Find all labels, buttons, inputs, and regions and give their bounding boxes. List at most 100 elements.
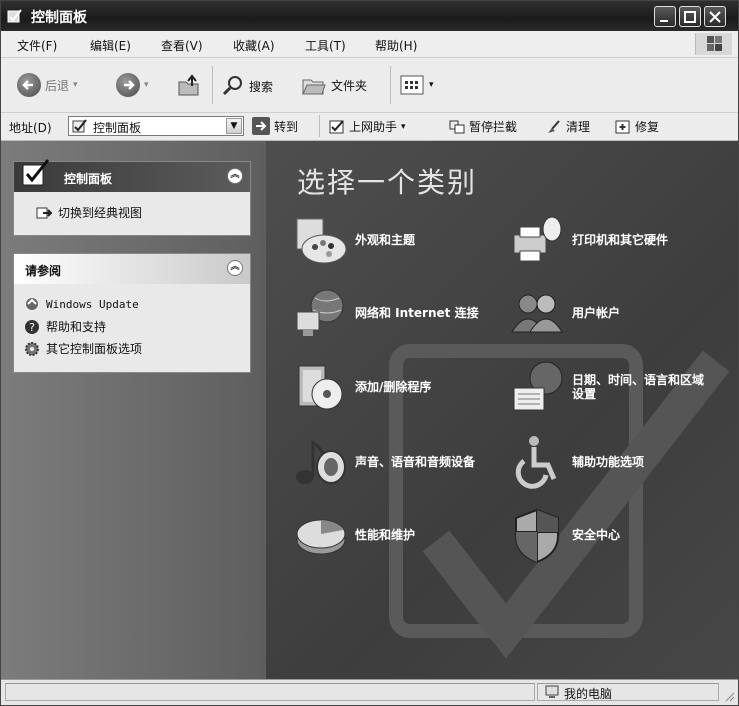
views-button[interactable]: ▾ (399, 74, 434, 96)
category-add-remove-programs[interactable]: 添加/删除程序 (291, 358, 431, 416)
my-computer-icon (545, 685, 559, 698)
category-user-accounts[interactable]: 用户帐户 (508, 284, 620, 342)
printer-icon (513, 216, 562, 262)
control-panel-window: 控制面板 文件(F) 编辑(E) 查看(V) 收藏(A) 工具(T) 帮助(H)… (0, 0, 739, 706)
views-dropdown-icon: ▾ (429, 80, 434, 90)
toolbar: 后退 ▾ ▾ 搜索 文件夹 ▾ (1, 58, 738, 113)
address-bar: 地址(D) 控制面板 ▼ 转到 上网助手 ▾ 暂停拦截 清理 修复 (1, 113, 738, 141)
gear-icon (25, 341, 39, 356)
collapse-chevron-icon[interactable]: ︽ (227, 260, 243, 276)
category-date-time-language[interactable]: 日期、时间、语言和区域设置 (508, 358, 712, 416)
network-icon (296, 289, 344, 336)
toolbar-link-block[interactable]: 暂停拦截 (449, 118, 517, 135)
other-options-link[interactable]: 其它控制面板选项 (24, 340, 142, 357)
address-value: 控制面板 (93, 121, 142, 135)
up-folder-icon (178, 74, 199, 96)
see-also-header[interactable]: 请参阅 ︽ (14, 254, 250, 284)
category-label: 用户帐户 (572, 306, 621, 320)
update-icon (26, 298, 38, 310)
task-pane: 控制面板 ︽ 切换到经典视图 请参阅 ︽ Windows Update ? 帮助… (1, 141, 266, 679)
help-icon: ? (25, 319, 39, 334)
up-folder-button[interactable] (176, 72, 202, 98)
menu-help[interactable]: 帮助(H) (375, 37, 417, 54)
switch-classic-view-link[interactable]: 切换到经典视图 (36, 204, 142, 221)
panel-header[interactable]: 控制面板 ︽ (14, 159, 250, 192)
forward-dropdown-icon[interactable]: ▾ (144, 80, 149, 90)
category-label: 性能和维护 (355, 528, 416, 542)
category-performance[interactable]: 性能和维护 (291, 506, 415, 564)
page-heading: 选择一个类别 (297, 166, 478, 199)
address-dropdown-button[interactable]: ▼ (226, 118, 242, 134)
windows-flag-icon (707, 36, 722, 51)
category-network[interactable]: 网络和 Internet 连接 (291, 284, 479, 342)
category-appearance[interactable]: 外观和主题 (291, 211, 415, 269)
views-grid-icon (400, 75, 424, 95)
category-printers[interactable]: 打印机和其它硬件 (508, 211, 668, 269)
address-input[interactable]: 控制面板 ▼ (68, 116, 244, 136)
shield-icon (515, 508, 559, 564)
menu-view[interactable]: 查看(V) (161, 37, 203, 54)
control-panel-large-icon (22, 159, 50, 186)
svg-text:?: ? (29, 321, 35, 334)
back-label: 后退 (45, 78, 70, 93)
main-area: 控制面板 ︽ 切换到经典视图 请参阅 ︽ Windows Update ? 帮助… (1, 141, 738, 679)
resize-grip-icon[interactable] (723, 690, 735, 702)
toolbar-separator (212, 66, 213, 104)
back-arrow-icon (17, 73, 41, 97)
close-button[interactable] (704, 6, 726, 27)
status-zone: 我的电脑 (537, 683, 719, 701)
windows-update-link[interactable]: Windows Update (24, 296, 139, 312)
maximize-button[interactable] (679, 6, 701, 27)
switch-classic-view-label: 切换到经典视图 (58, 206, 143, 220)
category-security-center[interactable]: 安全中心 (508, 506, 620, 564)
back-dropdown-icon[interactable]: ▾ (73, 80, 78, 90)
see-also-title: 请参阅 (25, 264, 62, 278)
broom-icon (548, 119, 560, 133)
control-panel-task-panel: 控制面板 ︽ 切换到经典视图 (13, 159, 251, 236)
repair-icon (615, 120, 630, 133)
toolbar-link-repair[interactable]: 修复 (615, 118, 659, 135)
status-bar: 我的电脑 (1, 679, 738, 705)
help-support-link[interactable]: ? 帮助和支持 (24, 318, 106, 335)
go-label: 转到 (274, 119, 299, 134)
toolbar-link-clean[interactable]: 清理 (546, 118, 590, 135)
checkbox-icon (329, 119, 344, 133)
sound-icon (296, 440, 346, 484)
switch-view-icon (36, 207, 52, 218)
toolbar-link-assistant[interactable]: 上网助手 ▾ (329, 118, 406, 135)
see-also-panel: 请参阅 ︽ Windows Update ? 帮助和支持 其它控制面板选项 (13, 253, 251, 373)
minimize-button[interactable] (654, 6, 676, 27)
menu-file[interactable]: 文件(F) (17, 37, 57, 54)
back-button[interactable]: 后退 ▾ (17, 73, 78, 97)
control-panel-icon (7, 9, 22, 23)
category-label: 声音、语音和音频设备 (355, 455, 476, 469)
menu-edit[interactable]: 编辑(E) (90, 37, 131, 54)
category-label: 添加/删除程序 (355, 380, 432, 394)
category-sounds[interactable]: 声音、语音和音频设备 (291, 433, 475, 491)
menu-favorites[interactable]: 收藏(A) (233, 37, 275, 54)
assistant-dropdown-icon[interactable]: ▾ (401, 122, 406, 132)
status-location: 我的电脑 (564, 687, 613, 701)
address-label: 地址(D) (9, 121, 52, 135)
folders-button[interactable]: 文件夹 (301, 74, 367, 96)
go-button[interactable]: 转到 (252, 117, 298, 135)
search-button[interactable]: 搜索 (221, 74, 273, 98)
maximize-icon (684, 11, 696, 23)
users-icon (511, 294, 563, 333)
window-title: 控制面板 (31, 10, 87, 26)
category-accessibility[interactable]: 辅助功能选项 (508, 433, 644, 491)
block-icon (449, 120, 465, 133)
collapse-chevron-icon[interactable]: ︽ (227, 168, 243, 184)
title-bar[interactable]: 控制面板 (1, 1, 738, 31)
category-label: 安全中心 (572, 528, 621, 542)
folders-label: 文件夹 (331, 78, 368, 93)
category-label: 网络和 Internet 连接 (355, 306, 479, 320)
menu-tools[interactable]: 工具(T) (305, 37, 346, 54)
go-arrow-icon (252, 117, 270, 135)
assistant-label: 上网助手 (349, 120, 398, 134)
help-support-label: 帮助和支持 (46, 320, 107, 334)
performance-icon (296, 519, 346, 555)
search-label: 搜索 (249, 79, 274, 94)
forward-button[interactable]: ▾ (116, 73, 149, 97)
accessibility-icon (515, 436, 557, 489)
